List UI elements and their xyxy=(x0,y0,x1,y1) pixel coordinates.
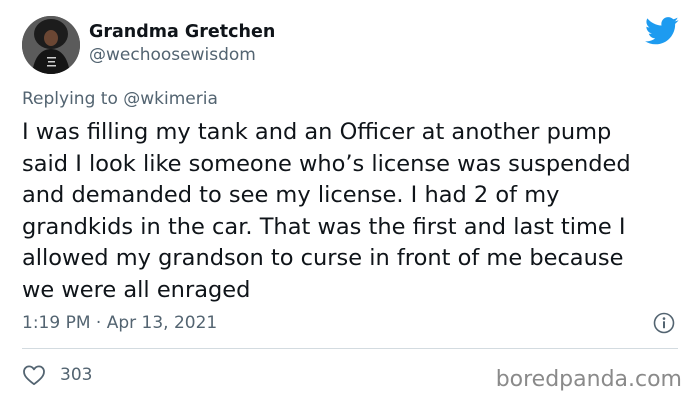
tweet-text-line: grandkids in the car. That was the first… xyxy=(22,213,626,240)
author-handle[interactable]: @wechoosewisdom xyxy=(89,44,256,66)
reply-mention-link[interactable]: @wkimeria xyxy=(123,89,218,109)
replying-prefix: Replying to xyxy=(22,89,124,109)
tweet-text-line: said I look like someone who’s license w… xyxy=(22,150,631,177)
tweet-text: I was filling my tank and an Officer at … xyxy=(22,117,692,306)
tweet-text-line: I was filling my tank and an Officer at … xyxy=(22,119,612,145)
watermark: boredpanda.com xyxy=(495,367,682,392)
tweet-text-line: we were all enraged xyxy=(22,276,251,303)
like-count[interactable]: 303 xyxy=(60,364,92,386)
info-icon[interactable] xyxy=(653,312,675,334)
twitter-bird-icon[interactable] xyxy=(645,16,679,46)
tweet-text-line: and demanded to see my license. I had 2 … xyxy=(22,182,560,208)
tweet-text-line: allowed my grandson to curse in front of… xyxy=(22,245,624,271)
tweet-timestamp[interactable]: 1:19 PM · Apr 13, 2021 xyxy=(22,312,217,334)
divider xyxy=(22,348,678,349)
author-display-name[interactable]: Grandma Gretchen xyxy=(89,21,275,43)
profile-photo xyxy=(22,16,80,74)
avatar[interactable] xyxy=(22,16,80,74)
replying-to: Replying to @wkimeria xyxy=(22,88,218,110)
heart-icon[interactable] xyxy=(22,364,46,386)
